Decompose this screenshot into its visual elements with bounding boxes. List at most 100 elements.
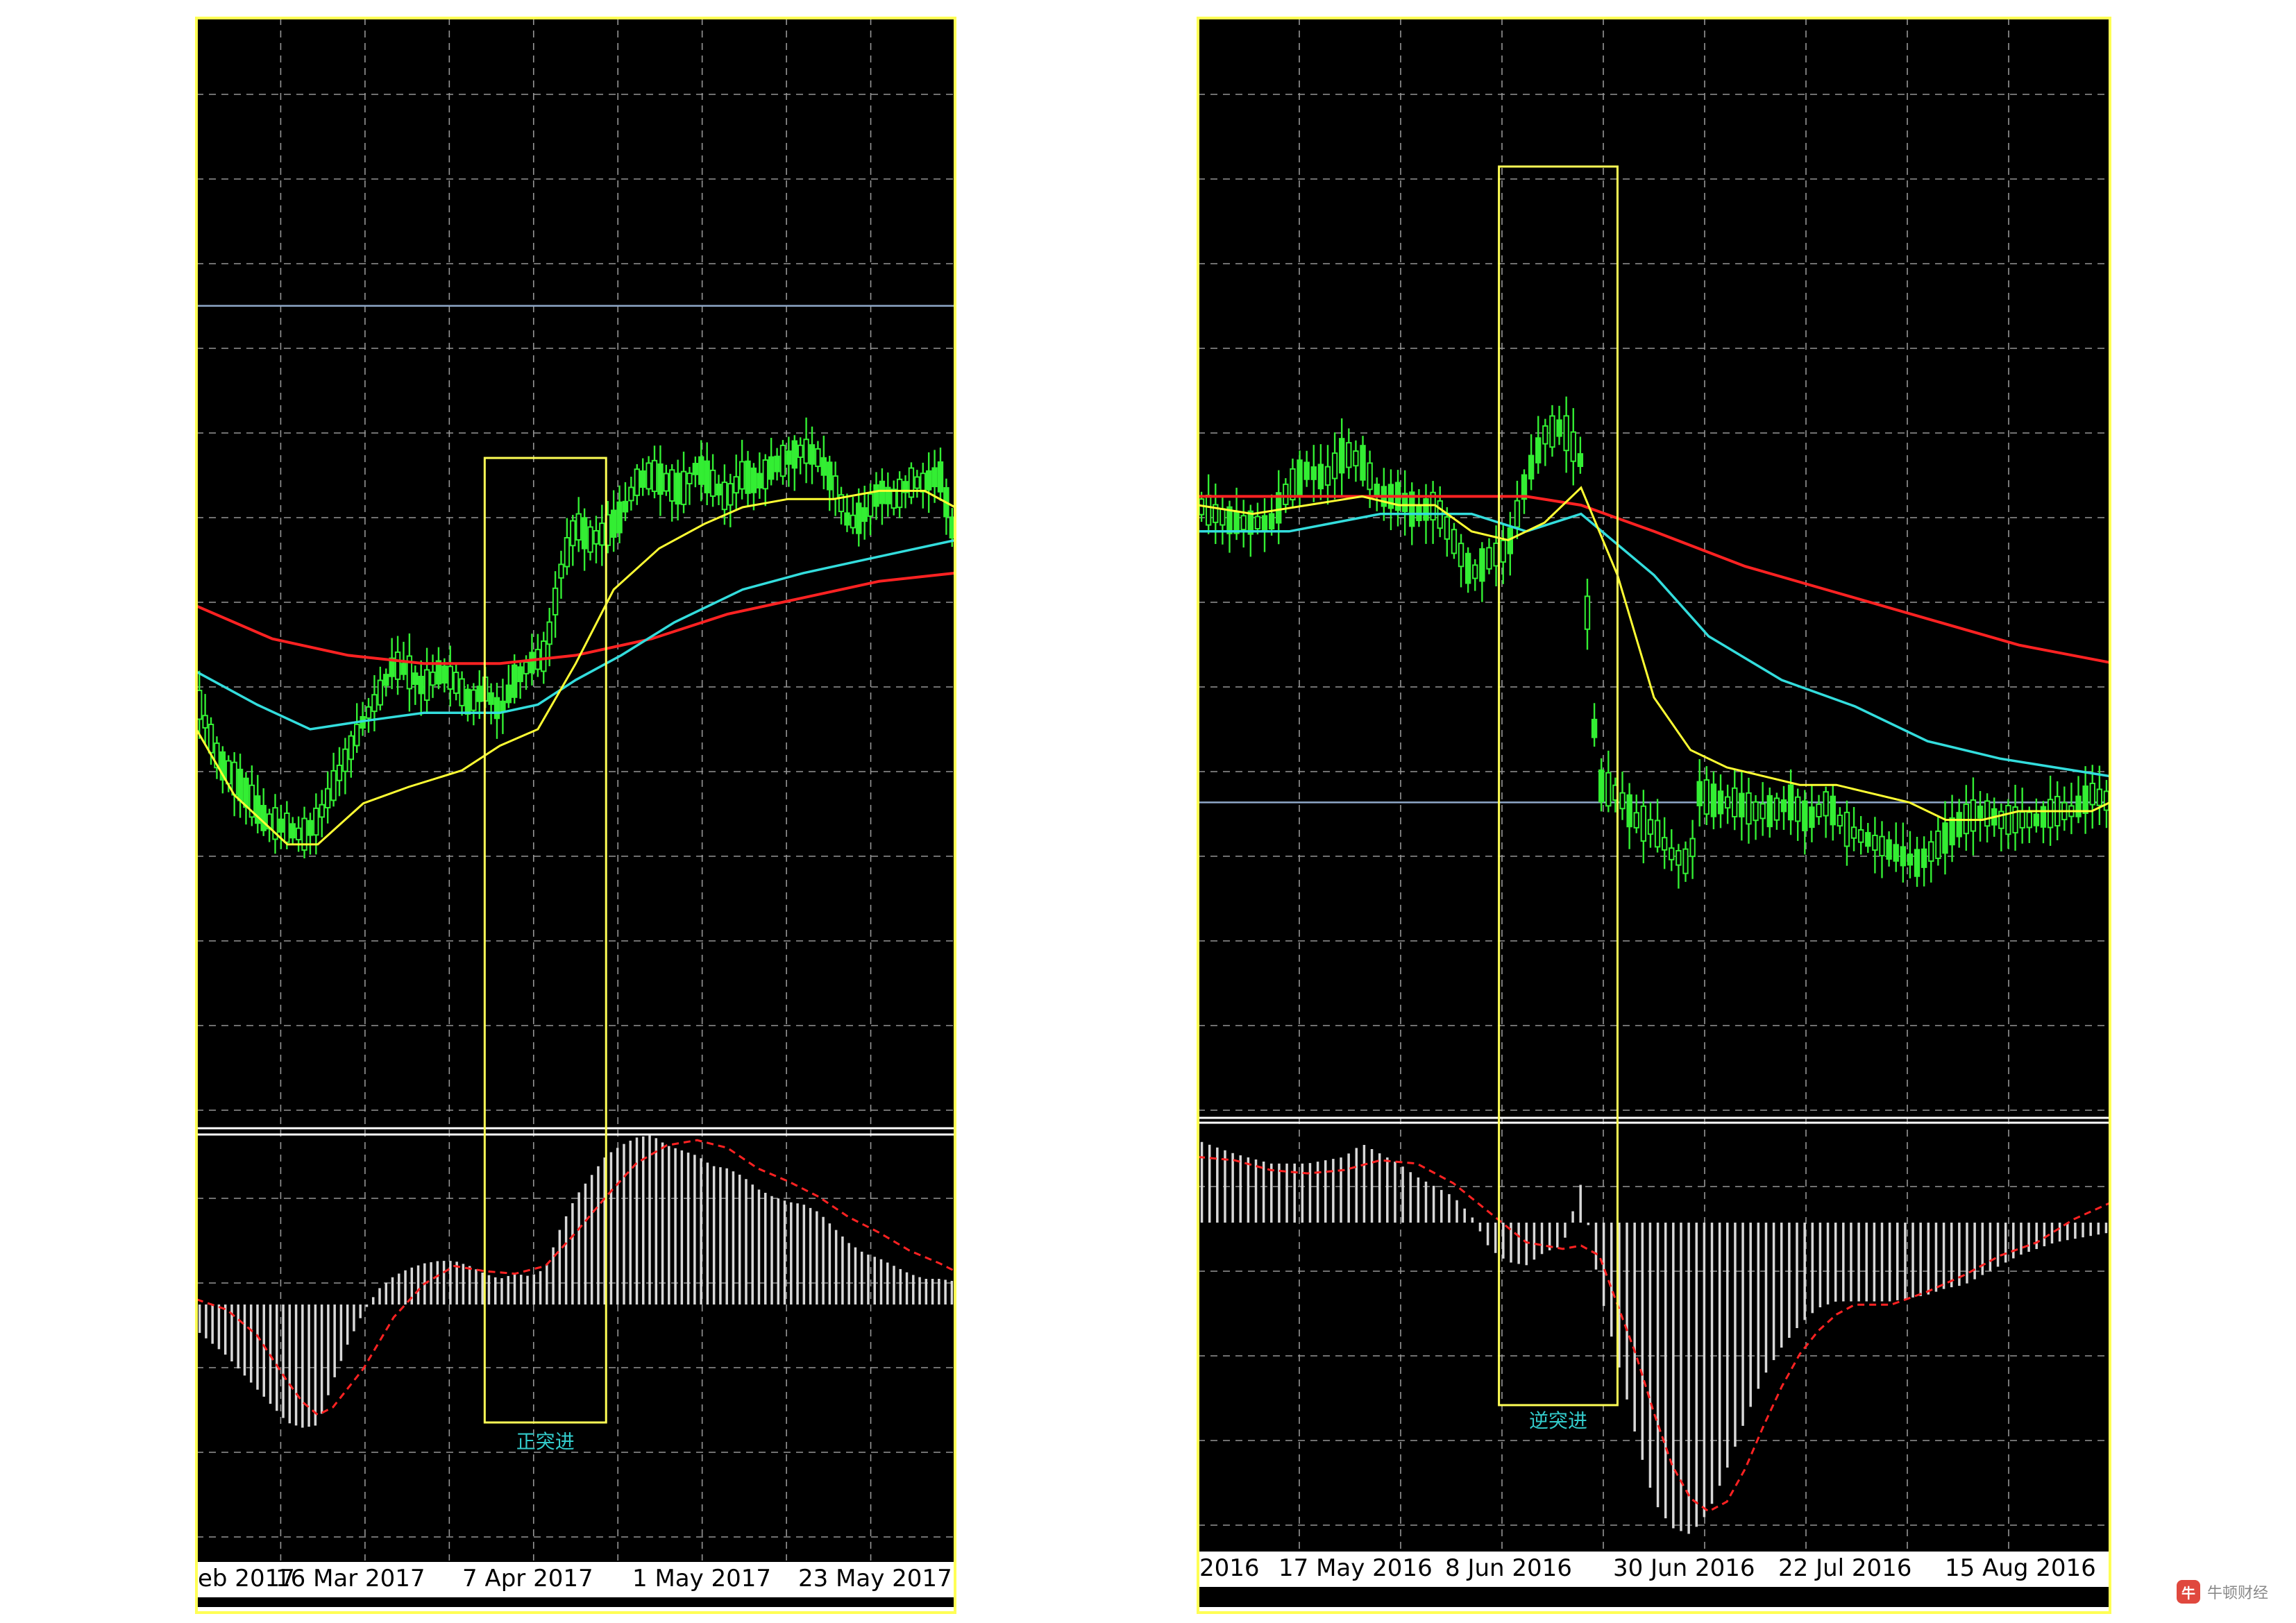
candle-body (1753, 801, 1759, 822)
candle-body (1577, 453, 1584, 468)
candle-body (1500, 539, 1506, 563)
candle-body (669, 469, 675, 502)
candle-body (937, 461, 944, 493)
candle-body (383, 674, 389, 686)
candle-body (786, 450, 792, 465)
candle-body (587, 526, 593, 553)
chart-panel-1: 正突进eb 201716 Mar 2017 7 Apr 2017 1 May 201… (195, 17, 956, 1614)
candle-body (1830, 795, 1836, 826)
candle-body (330, 770, 337, 801)
candle-body (616, 501, 623, 534)
candle-body (1956, 812, 1962, 838)
candle-body (1444, 516, 1451, 540)
candle-body (1675, 850, 1682, 866)
candle-body (1907, 853, 1914, 866)
candle-body (709, 469, 716, 497)
candle-body (1703, 779, 1710, 815)
candle-body (1689, 838, 1696, 858)
candle-body (1514, 500, 1521, 528)
candle-body (1591, 718, 1598, 738)
candle-body (423, 669, 430, 701)
candle-body (733, 476, 739, 494)
candle-body (348, 735, 355, 760)
candle-body (879, 480, 886, 504)
candle-body (546, 621, 552, 645)
candle-body (1879, 835, 1885, 857)
candle-body (2089, 783, 2095, 806)
candle-body (750, 467, 757, 493)
candle-body (1584, 595, 1591, 630)
candle-body (1746, 792, 1752, 825)
candle-body (925, 470, 932, 491)
candle-body (920, 473, 926, 493)
candle-body (1780, 799, 1787, 813)
candle-body (1479, 548, 1485, 582)
candle-body (447, 665, 453, 690)
candle-body (2005, 804, 2011, 835)
candle-body (738, 461, 745, 490)
candle-body (1493, 542, 1499, 567)
candle-body (1458, 543, 1464, 568)
candle-body (1865, 832, 1871, 847)
candle-body (471, 689, 477, 711)
candle-body (1661, 837, 1668, 851)
candle-body (867, 493, 874, 517)
candle-body (832, 475, 838, 500)
candle-body (570, 520, 576, 547)
candle-body (704, 460, 710, 493)
candle-body (1724, 796, 1731, 809)
candle-body (1654, 819, 1661, 848)
candle-body (1682, 848, 1689, 874)
candle-body (1626, 794, 1632, 828)
candle-body (1823, 791, 1829, 817)
candle-body (1942, 822, 1948, 854)
candle-body (1717, 790, 1724, 815)
candle-body (1914, 849, 1921, 877)
candle-body (1787, 784, 1794, 821)
candle-body (1205, 494, 1212, 526)
candle-body (1732, 787, 1738, 817)
candle-body (1696, 781, 1703, 807)
candle-body (575, 513, 582, 541)
candle-body (260, 805, 267, 831)
candle-body (2026, 811, 2032, 829)
candle-body (651, 459, 658, 493)
candle-body (1633, 812, 1639, 829)
candle-body (1528, 454, 1535, 479)
candle-body (827, 461, 833, 491)
candle-body (820, 457, 827, 476)
candle-body (453, 672, 459, 694)
candle-body (500, 700, 506, 713)
candle-body (768, 456, 775, 480)
x-tick-label: 15 Aug 2016 (1945, 1554, 2096, 1582)
candle-body (1857, 829, 1864, 843)
chart-panel-2: 逆突进 2016 17 May 2016 8 Jun 2016 30 Jun 2016 2… (1197, 17, 2111, 1614)
candle-body (1647, 819, 1654, 835)
candle-body (1472, 564, 1478, 579)
candle-body (856, 502, 862, 534)
candle-body (663, 473, 670, 492)
candle-body (371, 694, 378, 713)
candle-body (1802, 800, 1808, 831)
candle-body (634, 468, 640, 496)
x-tick-label: 8 Jun 2016 (1445, 1554, 1572, 1582)
candle-body (675, 473, 681, 505)
candle-body (1556, 419, 1562, 437)
candle-body (284, 813, 290, 843)
candle-body (505, 684, 512, 704)
candle-body (797, 444, 804, 458)
candle-body (850, 514, 856, 529)
candle-body (558, 563, 564, 579)
candle-body (908, 467, 915, 498)
watermark-text: 牛顿财经 (2206, 1585, 2268, 1602)
x-tick-label: 16 Mar 2017 (276, 1565, 425, 1592)
candle-body (313, 807, 319, 836)
candle-body (1563, 415, 1569, 452)
candle-body (289, 823, 296, 839)
candle-body (599, 522, 605, 546)
candle-body (1570, 431, 1576, 462)
candle-body (1795, 796, 1801, 822)
candle-body (2103, 790, 2110, 811)
chart-background (196, 18, 955, 1607)
candle-body (716, 484, 722, 496)
